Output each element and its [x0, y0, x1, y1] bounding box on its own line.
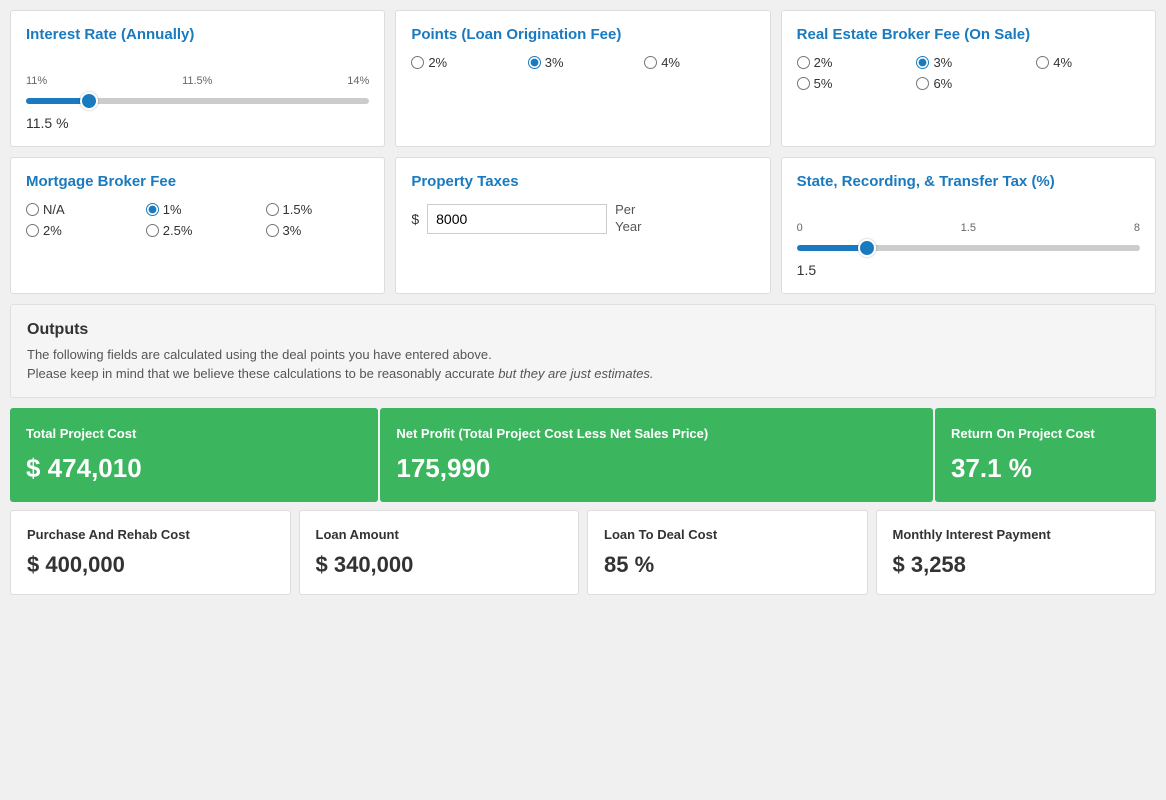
transfer-tax-slider-container: 0 1.5 8	[797, 202, 1140, 254]
points-radio-3pct[interactable]	[528, 56, 541, 69]
broker-radio-6pct[interactable]	[916, 77, 929, 90]
return-on-project-cost-value: 37.1 %	[951, 453, 1140, 484]
property-tax-input-group: $ PerYear	[411, 202, 754, 236]
outputs-title: Outputs	[27, 321, 1139, 339]
transfer-tax-max-label: 8	[1134, 222, 1140, 234]
points-option-2pct[interactable]: 2%	[411, 55, 521, 70]
broker-radio-2pct[interactable]	[797, 56, 810, 69]
bottom-cards-row: Purchase And Rehab Cost $ 400,000 Loan A…	[10, 510, 1156, 595]
loan-to-deal-card: Loan To Deal Cost 85 %	[587, 510, 868, 595]
points-option-3pct[interactable]: 3%	[528, 55, 638, 70]
purchase-rehab-card: Purchase And Rehab Cost $ 400,000	[10, 510, 291, 595]
broker-fee-title: Real Estate Broker Fee (On Sale)	[797, 26, 1140, 43]
monthly-interest-card: Monthly Interest Payment $ 3,258	[876, 510, 1157, 595]
loan-amount-title: Loan Amount	[316, 527, 563, 542]
mortgage-radio-1_5pct[interactable]	[266, 203, 279, 216]
monthly-interest-title: Monthly Interest Payment	[893, 527, 1140, 542]
broker-fee-option-4pct[interactable]: 4%	[1036, 55, 1140, 70]
points-title: Points (Loan Origination Fee)	[411, 26, 754, 43]
transfer-tax-mid-label: 1.5	[961, 222, 976, 234]
outputs-note-prefix: Please keep in mind that we believe thes…	[27, 366, 498, 381]
broker-fee-option-5pct[interactable]: 5%	[797, 76, 901, 91]
interest-rate-mid-label: 11.5%	[182, 75, 212, 87]
return-on-project-cost-title: Return On Project Cost	[951, 426, 1140, 443]
transfer-tax-value: 1.5	[797, 262, 816, 278]
mortgage-option-2pct[interactable]: 2%	[26, 223, 130, 238]
points-radio-4pct[interactable]	[644, 56, 657, 69]
broker-radio-3pct[interactable]	[916, 56, 929, 69]
monthly-interest-value: $ 3,258	[893, 552, 1140, 578]
mortgage-option-1_5pct[interactable]: 1.5%	[266, 202, 370, 217]
total-project-cost-card: Total Project Cost $ 474,010	[10, 408, 378, 502]
interest-rate-unit: %	[56, 115, 68, 131]
points-option-4pct[interactable]: 4%	[644, 55, 754, 70]
outputs-note: Please keep in mind that we believe thes…	[27, 366, 1139, 381]
broker-fee-option-3pct[interactable]: 3%	[916, 55, 1020, 70]
outputs-section: Outputs The following fields are calcula…	[10, 304, 1156, 398]
mortgage-radio-na[interactable]	[26, 203, 39, 216]
broker-radio-5pct[interactable]	[797, 77, 810, 90]
mortgage-radio-3pct[interactable]	[266, 224, 279, 237]
interest-rate-slider-container: 11% 11.5% 14%	[26, 55, 369, 107]
mortgage-radio-2pct[interactable]	[26, 224, 39, 237]
mortgage-radio-1pct[interactable]	[146, 203, 159, 216]
interest-rate-value-display: 11.5 %	[26, 115, 369, 131]
mortgage-radio-2_5pct[interactable]	[146, 224, 159, 237]
interest-rate-slider[interactable]	[26, 98, 369, 104]
mortgage-broker-radio-group: N/A 1% 1.5% 2% 2.5%	[26, 202, 369, 238]
interest-rate-value: 11.5	[26, 115, 52, 131]
loan-to-deal-value: 85 %	[604, 552, 851, 578]
interest-rate-max-label: 14%	[347, 75, 369, 87]
net-profit-value: 175,990	[396, 453, 917, 484]
net-profit-title: Net Profit (Total Project Cost Less Net …	[396, 426, 917, 443]
green-cards-row: Total Project Cost $ 474,010 Net Profit …	[10, 408, 1156, 502]
points-radio-group: 2% 3% 4%	[411, 55, 754, 70]
mortgage-broker-title: Mortgage Broker Fee	[26, 173, 369, 190]
transfer-tax-card: State, Recording, & Transfer Tax (%) 0 1…	[781, 157, 1156, 294]
property-tax-prefix: $	[411, 211, 419, 227]
interest-rate-labels: 11% 11.5% 14%	[26, 75, 369, 87]
mortgage-option-3pct[interactable]: 3%	[266, 223, 370, 238]
transfer-tax-slider[interactable]	[797, 245, 1140, 251]
transfer-tax-title: State, Recording, & Transfer Tax (%)	[797, 173, 1140, 190]
points-card: Points (Loan Origination Fee) 2% 3% 4%	[395, 10, 770, 147]
interest-rate-title: Interest Rate (Annually)	[26, 26, 369, 43]
outputs-desc: The following fields are calculated usin…	[27, 347, 1139, 362]
total-project-cost-value: $ 474,010	[26, 453, 362, 484]
net-profit-card: Net Profit (Total Project Cost Less Net …	[380, 408, 933, 502]
broker-radio-4pct[interactable]	[1036, 56, 1049, 69]
mortgage-option-1pct[interactable]: 1%	[146, 202, 250, 217]
mortgage-option-2_5pct[interactable]: 2.5%	[146, 223, 250, 238]
mortgage-broker-card: Mortgage Broker Fee N/A 1% 1.5% 2%	[10, 157, 385, 294]
outputs-note-italic: but they are just estimates.	[498, 366, 653, 381]
transfer-tax-value-display: 1.5	[797, 262, 1140, 278]
purchase-rehab-value: $ 400,000	[27, 552, 274, 578]
broker-fee-option-2pct[interactable]: 2%	[797, 55, 901, 70]
return-on-project-cost-card: Return On Project Cost 37.1 %	[935, 408, 1156, 502]
transfer-tax-labels: 0 1.5 8	[797, 222, 1140, 234]
loan-amount-card: Loan Amount $ 340,000	[299, 510, 580, 595]
property-tax-input[interactable]	[427, 204, 607, 234]
property-taxes-card: Property Taxes $ PerYear	[395, 157, 770, 294]
loan-amount-value: $ 340,000	[316, 552, 563, 578]
per-year-label: PerYear	[615, 202, 641, 236]
broker-fee-card: Real Estate Broker Fee (On Sale) 2% 3% 4…	[781, 10, 1156, 147]
mortgage-option-na[interactable]: N/A	[26, 202, 130, 217]
loan-to-deal-title: Loan To Deal Cost	[604, 527, 851, 542]
interest-rate-min-label: 11%	[26, 75, 47, 87]
property-taxes-title: Property Taxes	[411, 173, 754, 190]
interest-rate-card: Interest Rate (Annually) 11% 11.5% 14% 1…	[10, 10, 385, 147]
total-project-cost-title: Total Project Cost	[26, 426, 362, 443]
points-radio-2pct[interactable]	[411, 56, 424, 69]
broker-fee-option-6pct[interactable]: 6%	[916, 76, 1020, 91]
transfer-tax-min-label: 0	[797, 222, 803, 234]
purchase-rehab-title: Purchase And Rehab Cost	[27, 527, 274, 542]
broker-fee-radio-group: 2% 3% 4% 5% 6%	[797, 55, 1140, 91]
